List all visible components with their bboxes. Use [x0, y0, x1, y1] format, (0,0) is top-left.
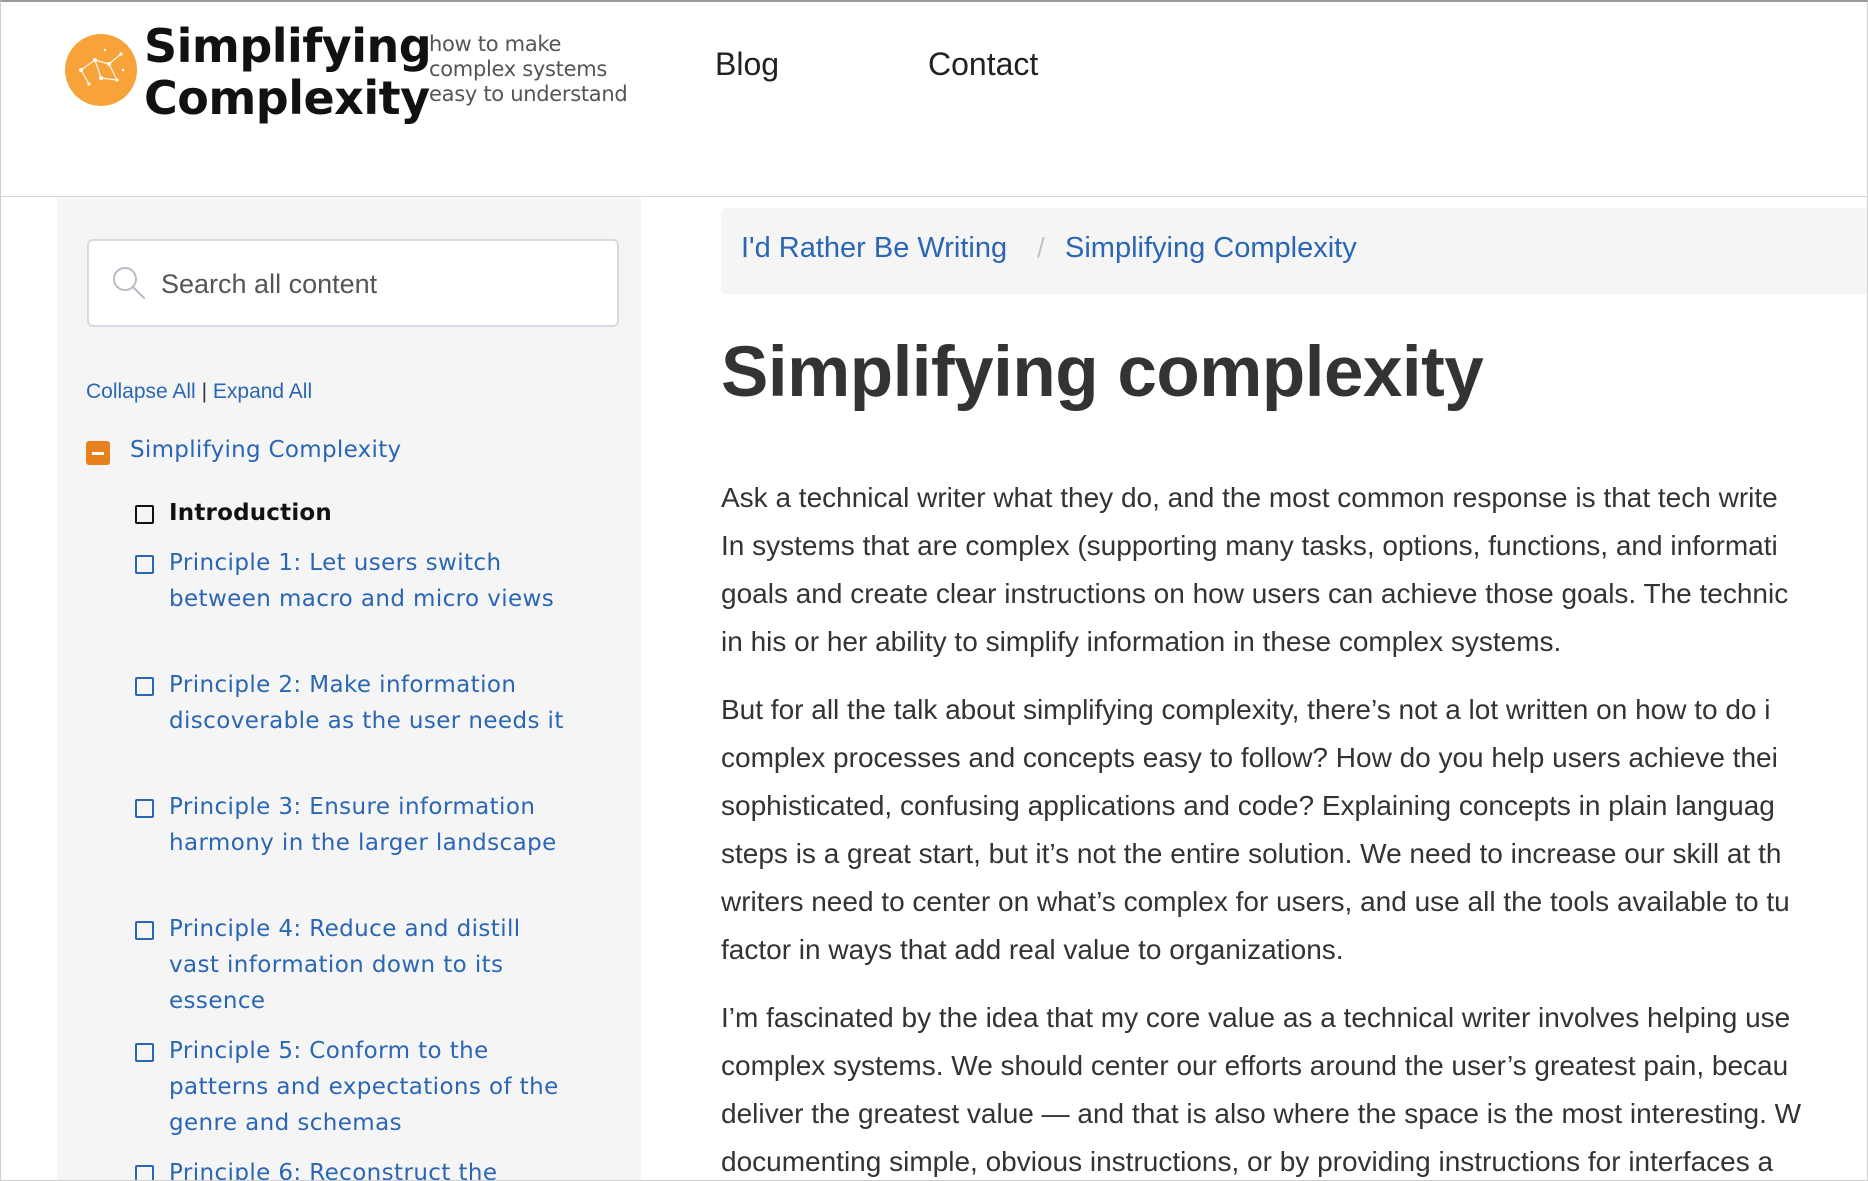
paragraph-line: In systems that are complex (supporting …	[721, 530, 1778, 561]
expand-all-link[interactable]: Expand All	[213, 380, 312, 403]
tagline-line: easy to understand	[429, 82, 628, 106]
toc-controls: Collapse All | Expand All	[86, 380, 312, 404]
breadcrumb-link[interactable]: I'd Rather Be Writing	[741, 232, 1007, 265]
search-icon	[113, 267, 145, 299]
paragraph-line: writers need to center on what’s complex…	[721, 886, 1790, 917]
paragraph-line: goals and create clear instructions on h…	[721, 578, 1789, 609]
paragraph-line: complex processes and concepts easy to f…	[721, 742, 1778, 773]
toc-item-label[interactable]: Principle 5: Conform to the patterns and…	[169, 1033, 569, 1141]
tagline-line: complex systems	[429, 57, 608, 81]
page-title: Simplifying complexity	[721, 333, 1484, 412]
tagline-line: how to make	[429, 32, 562, 56]
nav-blog-link[interactable]: Blog	[715, 46, 779, 83]
checkbox-square-icon	[135, 799, 154, 818]
checkbox-square-icon	[135, 505, 154, 524]
toc-item-label[interactable]: Principle 6: Reconstruct the	[169, 1155, 569, 1180]
checkbox-square-icon	[135, 555, 154, 574]
search-input[interactable]	[159, 259, 603, 309]
browser-page: Simplifying Complexity how to make compl…	[0, 0, 1868, 1181]
toc-item-label[interactable]: Principle 3: Ensure information harmony …	[169, 789, 569, 861]
toc-item-label[interactable]: Principle 4: Reduce and distill vast inf…	[169, 911, 569, 1019]
toc-item-label[interactable]: Principle 2: Make information discoverab…	[169, 667, 569, 739]
toc-root-label[interactable]: Simplifying Complexity	[130, 437, 401, 463]
checkbox-square-icon	[135, 1043, 154, 1062]
paragraph-line: steps is a great start, but it’s not the…	[721, 838, 1782, 869]
site-tagline: how to make complex systems easy to unde…	[429, 32, 628, 107]
breadcrumb: I'd Rather Be Writing / Simplifying Comp…	[721, 208, 1867, 294]
paragraph: But for all the talk about simplifying c…	[721, 686, 1790, 974]
logo-icon[interactable]	[65, 34, 137, 106]
collapse-all-link[interactable]: Collapse All	[86, 380, 196, 403]
checkbox-square-icon	[135, 921, 154, 940]
paragraph-line: deliver the greatest value — and that is…	[721, 1098, 1802, 1129]
sidebar: Collapse All | Expand All Simplifying Co…	[57, 197, 641, 1180]
search-box[interactable]	[87, 239, 619, 327]
paragraph-line: I’m fascinated by the idea that my core …	[721, 1002, 1791, 1033]
paragraph: Ask a technical writer what they do, and…	[721, 474, 1788, 666]
breadcrumb-link[interactable]: Simplifying Complexity	[1065, 232, 1357, 265]
paragraph-line: in his or her ability to simplify inform…	[721, 626, 1562, 657]
site-header: Simplifying Complexity how to make compl…	[1, 2, 1867, 197]
paragraph-line: complex systems. We should center our ef…	[721, 1050, 1789, 1081]
checkbox-square-icon	[135, 677, 154, 696]
logo-network-icon	[79, 48, 125, 86]
brand-line-2: Complexity	[144, 71, 430, 125]
paragraph-line: Ask a technical writer what they do, and…	[721, 482, 1778, 513]
toc-item-label[interactable]: Principle 1: Let users switch between ma…	[169, 545, 569, 617]
nav-contact-link[interactable]: Contact	[928, 46, 1038, 83]
paragraph-line: sophisticated, confusing applications an…	[721, 790, 1775, 821]
checkbox-square-icon	[135, 1165, 154, 1180]
paragraph-line: documenting simple, obvious instructions…	[721, 1146, 1774, 1177]
paragraph-line: factor in ways that add real value to or…	[721, 934, 1344, 965]
paragraph: I’m fascinated by the idea that my core …	[721, 994, 1802, 1180]
paragraph-line: But for all the talk about simplifying c…	[721, 694, 1771, 725]
toc-item-label[interactable]: Introduction	[169, 495, 569, 531]
toc-controls-separator: |	[201, 380, 208, 403]
breadcrumb-separator: /	[1037, 232, 1045, 263]
collapse-minus-icon[interactable]	[86, 441, 110, 465]
site-brand[interactable]: Simplifying Complexity	[144, 19, 432, 125]
brand-line-1: Simplifying	[144, 19, 432, 73]
